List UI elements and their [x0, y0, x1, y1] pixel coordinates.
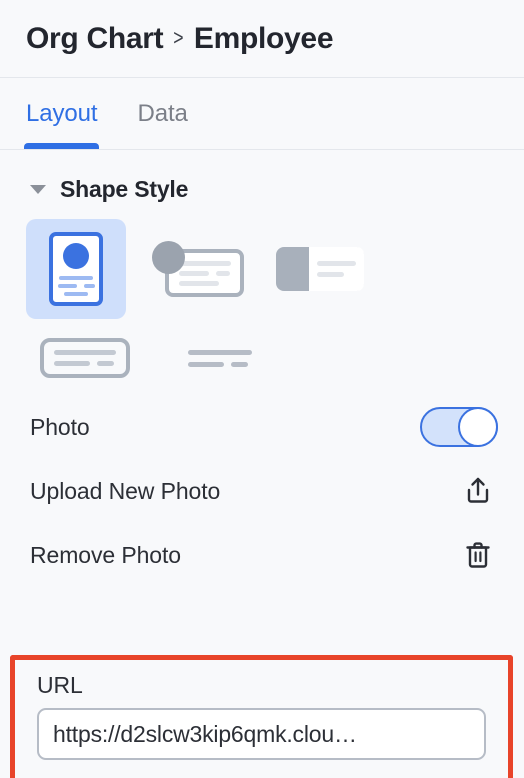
- trash-icon[interactable]: [458, 535, 498, 575]
- text-line: [57, 284, 77, 288]
- shape-style-section-header[interactable]: Shape Style: [0, 150, 524, 203]
- photo-toggle[interactable]: [420, 407, 498, 447]
- text-line: [188, 361, 224, 367]
- text-line-group: [57, 284, 95, 288]
- tab-bar: Layout Data: [0, 78, 524, 150]
- avatar-circle-icon: [152, 241, 185, 274]
- split-block-card-icon: [276, 247, 364, 291]
- panel-header: Org Chart > Employee: [0, 0, 524, 78]
- text-line: [231, 361, 248, 367]
- text-line-group: [54, 361, 116, 366]
- tab-layout[interactable]: Layout: [23, 100, 100, 149]
- breadcrumb-parent[interactable]: Org Chart: [26, 22, 164, 56]
- vertical-card-icon: [49, 232, 103, 306]
- url-field-highlight: URL: [10, 655, 513, 778]
- avatar-circle-icon: [63, 243, 89, 269]
- text-line: [97, 361, 114, 366]
- text-line: [179, 270, 209, 276]
- outlined-text-box-icon: [40, 338, 130, 378]
- text-line: [317, 261, 356, 266]
- text-line: [179, 280, 219, 286]
- shape-style-row-2: [26, 321, 498, 395]
- breadcrumb: Org Chart > Employee: [26, 21, 334, 56]
- toggle-knob: [458, 407, 498, 447]
- text-line: [54, 361, 90, 366]
- circle-photo-card-icon: [152, 241, 244, 297]
- text-line-group: [188, 361, 262, 367]
- shape-option-vertical-card-with-photo[interactable]: [26, 219, 126, 319]
- upload-icon[interactable]: [458, 471, 498, 511]
- org-chart-employee-panel: Org Chart > Employee Layout Data Shape S…: [0, 0, 524, 778]
- shape-option-split-block-card[interactable]: [270, 219, 370, 319]
- shape-style-row-1: [26, 217, 498, 321]
- shape-option-outlined-text-box[interactable]: [26, 320, 144, 396]
- url-label: URL: [37, 672, 83, 698]
- breadcrumb-current: Employee: [193, 21, 334, 55]
- text-line: [64, 292, 88, 296]
- text-line: [188, 349, 252, 355]
- text-line: [317, 272, 344, 277]
- text-lines-only-icon: [188, 349, 262, 367]
- shape-option-text-lines-only[interactable]: [166, 320, 284, 396]
- section-title: Shape Style: [60, 176, 189, 202]
- shape-option-circle-photo-with-card[interactable]: [148, 219, 248, 319]
- text-line: [179, 260, 231, 266]
- chevron-right-icon: >: [173, 24, 184, 50]
- url-input[interactable]: [37, 708, 486, 760]
- caret-down-icon[interactable]: [30, 185, 46, 194]
- text-line-group: [179, 270, 231, 276]
- text-line: [83, 284, 95, 288]
- upload-new-photo-label: Upload New Photo: [30, 477, 221, 504]
- shape-style-grid: [0, 203, 524, 395]
- text-line: [54, 350, 116, 355]
- text-line: [59, 276, 93, 280]
- card-body: [309, 247, 364, 291]
- photo-toggle-row: Photo: [0, 395, 524, 459]
- upload-new-photo-row[interactable]: Upload New Photo: [0, 459, 524, 523]
- remove-photo-label: Remove Photo: [30, 541, 181, 568]
- text-line: [216, 270, 230, 276]
- tab-data[interactable]: Data: [137, 100, 187, 148]
- photo-label: Photo: [30, 413, 90, 440]
- remove-photo-row[interactable]: Remove Photo: [0, 523, 524, 587]
